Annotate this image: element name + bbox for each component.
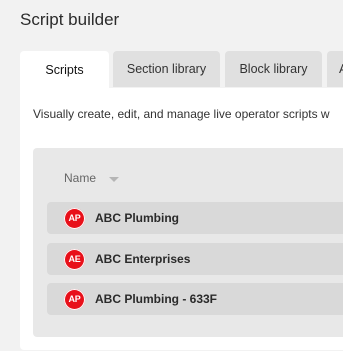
- avatar: AP: [64, 288, 85, 310]
- avatar: AP: [64, 207, 85, 229]
- scripts-list: Name AP ABC Plumbing AE ABC Enterprises …: [33, 148, 343, 337]
- tab-bar: Scripts Section library Block library A: [20, 51, 343, 89]
- tab-truncated[interactable]: A: [327, 51, 343, 87]
- tab-section-library[interactable]: Section library: [113, 51, 220, 87]
- list-item[interactable]: AP ABC Plumbing - 633F: [47, 283, 343, 315]
- page-title: Script builder: [20, 10, 120, 29]
- name-column-header[interactable]: Name: [64, 171, 120, 185]
- list-item-name: ABC Plumbing: [95, 211, 179, 225]
- list-item-name: ABC Plumbing - 633F: [95, 292, 218, 306]
- scripts-panel: Visually create, edit, and manage live o…: [20, 88, 343, 350]
- avatar: AE: [64, 248, 85, 270]
- name-column-label: Name: [64, 171, 97, 185]
- script-builder-page: Script builder Scripts Section library B…: [0, 0, 343, 351]
- list-item[interactable]: AP ABC Plumbing: [47, 202, 343, 234]
- list-item-name: ABC Enterprises: [95, 252, 191, 266]
- tab-scripts[interactable]: Scripts: [20, 51, 109, 89]
- caret-down-icon[interactable]: [109, 176, 120, 182]
- list-item[interactable]: AE ABC Enterprises: [47, 243, 343, 275]
- panel-description: Visually create, edit, and manage live o…: [33, 107, 330, 121]
- tab-block-library[interactable]: Block library: [225, 51, 322, 87]
